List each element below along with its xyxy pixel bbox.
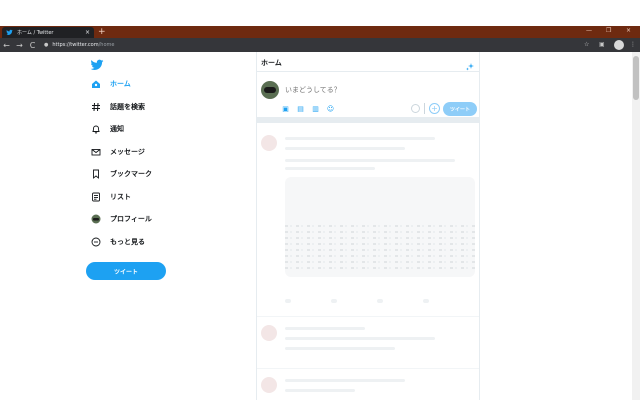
lock-icon: ● [44, 42, 49, 48]
sidebar-item-label: 通知 [110, 125, 124, 133]
browser-tab[interactable]: ホーム / Twitter × [2, 27, 94, 38]
media-noise [285, 267, 475, 269]
extension-icon[interactable]: ▣ [599, 41, 605, 49]
scroll-thumb[interactable] [633, 56, 639, 100]
tweet-text-placeholder [285, 167, 375, 170]
sidebar-item-label: 話題を検索 [110, 103, 145, 111]
tweet-media[interactable] [285, 177, 475, 277]
bookmark-star-icon[interactable]: ☆ [584, 41, 589, 49]
twitter-favicon-icon [6, 29, 13, 36]
tweet-composer: ▣ ▤ ▥ ☺ + ツイート [257, 73, 479, 123]
window-close-icon[interactable]: × [626, 28, 631, 34]
sidebar-item-lists[interactable]: リスト [90, 190, 131, 204]
media-noise [285, 261, 475, 263]
composer-avatar [261, 81, 279, 99]
tweet-text-placeholder [285, 379, 405, 382]
main-timeline: ホーム ▣ ▤ ▥ ☺ + ツイート [256, 52, 480, 400]
profile-avatar[interactable] [614, 40, 624, 50]
sidebar-tweet-button[interactable]: ツイート [86, 262, 166, 280]
sidebar: ホーム 話題を検索 通知 メッセージ ブックマーク リスト プロフィール もっと… [84, 52, 244, 400]
tweet-avatar [261, 377, 277, 393]
tweet-text-placeholder [285, 347, 395, 350]
twitter-bird-icon[interactable] [90, 56, 104, 71]
share-icon[interactable] [423, 299, 429, 303]
poll-icon[interactable]: ▥ [311, 105, 320, 114]
media-noise [285, 231, 475, 233]
list-item[interactable] [257, 371, 479, 400]
timeline-header: ホーム [257, 52, 479, 72]
sidebar-item-label: リスト [110, 193, 131, 201]
add-tweet-button[interactable]: + [429, 103, 440, 114]
url-host: https://twitter.com [52, 42, 99, 48]
reply-icon[interactable] [285, 299, 291, 303]
sidebar-item-profile[interactable]: プロフィール [90, 212, 152, 226]
browser-tab-strip: ホーム / Twitter × + — ❐ × [0, 26, 640, 38]
browser-toolbar: ← → C ● https://twitter.com /home ☆ ▣ ⋮ [0, 38, 640, 52]
tweet-avatar [261, 135, 277, 151]
emoji-icon[interactable]: ☺ [326, 105, 335, 114]
sidebar-item-notifications[interactable]: 通知 [90, 122, 124, 136]
divider [424, 103, 425, 114]
media-noise [285, 249, 475, 251]
sidebar-item-explore[interactable]: 話題を検索 [90, 100, 145, 114]
tweet-text-placeholder [285, 137, 435, 140]
gif-icon[interactable]: ▤ [296, 105, 305, 114]
list-icon [90, 191, 102, 203]
tweet-text-placeholder [285, 337, 435, 340]
more-icon [90, 236, 102, 248]
back-icon[interactable]: ← [0, 41, 13, 50]
sidebar-item-label: メッセージ [110, 148, 145, 156]
image-icon[interactable]: ▣ [281, 105, 290, 114]
tab-title: ホーム / Twitter [17, 30, 54, 36]
sidebar-item-label: もっと見る [110, 238, 145, 246]
reload-icon[interactable]: C [26, 41, 39, 50]
composer-tweet-button[interactable]: ツイート [443, 102, 477, 116]
tweet-avatar [261, 325, 277, 341]
page: ホーム 話題を検索 通知 メッセージ ブックマーク リスト プロフィール もっと… [0, 52, 640, 400]
address-bar[interactable]: ● https://twitter.com /home [44, 40, 580, 50]
tweet-text-placeholder [285, 389, 355, 392]
page-title: ホーム [261, 59, 282, 67]
sidebar-item-messages[interactable]: メッセージ [90, 145, 145, 159]
new-tab-button[interactable]: + [98, 27, 106, 37]
restore-icon[interactable]: ❐ [606, 28, 611, 34]
sidebar-item-bookmarks[interactable]: ブックマーク [90, 167, 152, 181]
retweet-icon[interactable] [331, 299, 337, 303]
menu-dots-icon[interactable]: ⋮ [630, 41, 636, 49]
forward-icon[interactable]: → [13, 41, 26, 50]
media-noise [285, 225, 475, 227]
sidebar-item-home[interactable]: ホーム [90, 77, 131, 91]
composer-tools: ▣ ▤ ▥ ☺ [281, 105, 335, 114]
sparkle-icon[interactable] [465, 57, 475, 71]
bookmark-icon [90, 168, 102, 180]
media-noise [285, 243, 475, 245]
sidebar-item-label: ブックマーク [110, 170, 152, 178]
character-counter [411, 104, 420, 113]
page-scrollbar[interactable] [632, 52, 640, 400]
top-band [0, 0, 640, 26]
timeline-feed [257, 129, 479, 400]
sidebar-item-label: プロフィール [110, 215, 152, 223]
list-item[interactable] [257, 319, 479, 369]
url-path: /home [98, 42, 115, 48]
bell-icon [90, 123, 102, 135]
sidebar-item-label: ホーム [110, 80, 131, 88]
tweet-text-placeholder [285, 159, 455, 162]
hashtag-icon [90, 101, 102, 113]
like-icon[interactable] [377, 299, 383, 303]
avatar-icon [90, 213, 102, 225]
media-noise [285, 255, 475, 257]
minimize-icon[interactable]: — [586, 28, 592, 34]
list-item[interactable] [257, 129, 479, 317]
media-noise [285, 237, 475, 239]
tweet-input[interactable] [285, 85, 465, 95]
tweet-text-placeholder [285, 327, 365, 330]
sidebar-item-more[interactable]: もっと見る [90, 235, 145, 249]
tweet-actions [285, 299, 429, 303]
envelope-icon [90, 146, 102, 158]
tab-close-icon[interactable]: × [85, 29, 90, 36]
home-icon [90, 78, 102, 90]
tweet-text-placeholder [285, 147, 405, 150]
